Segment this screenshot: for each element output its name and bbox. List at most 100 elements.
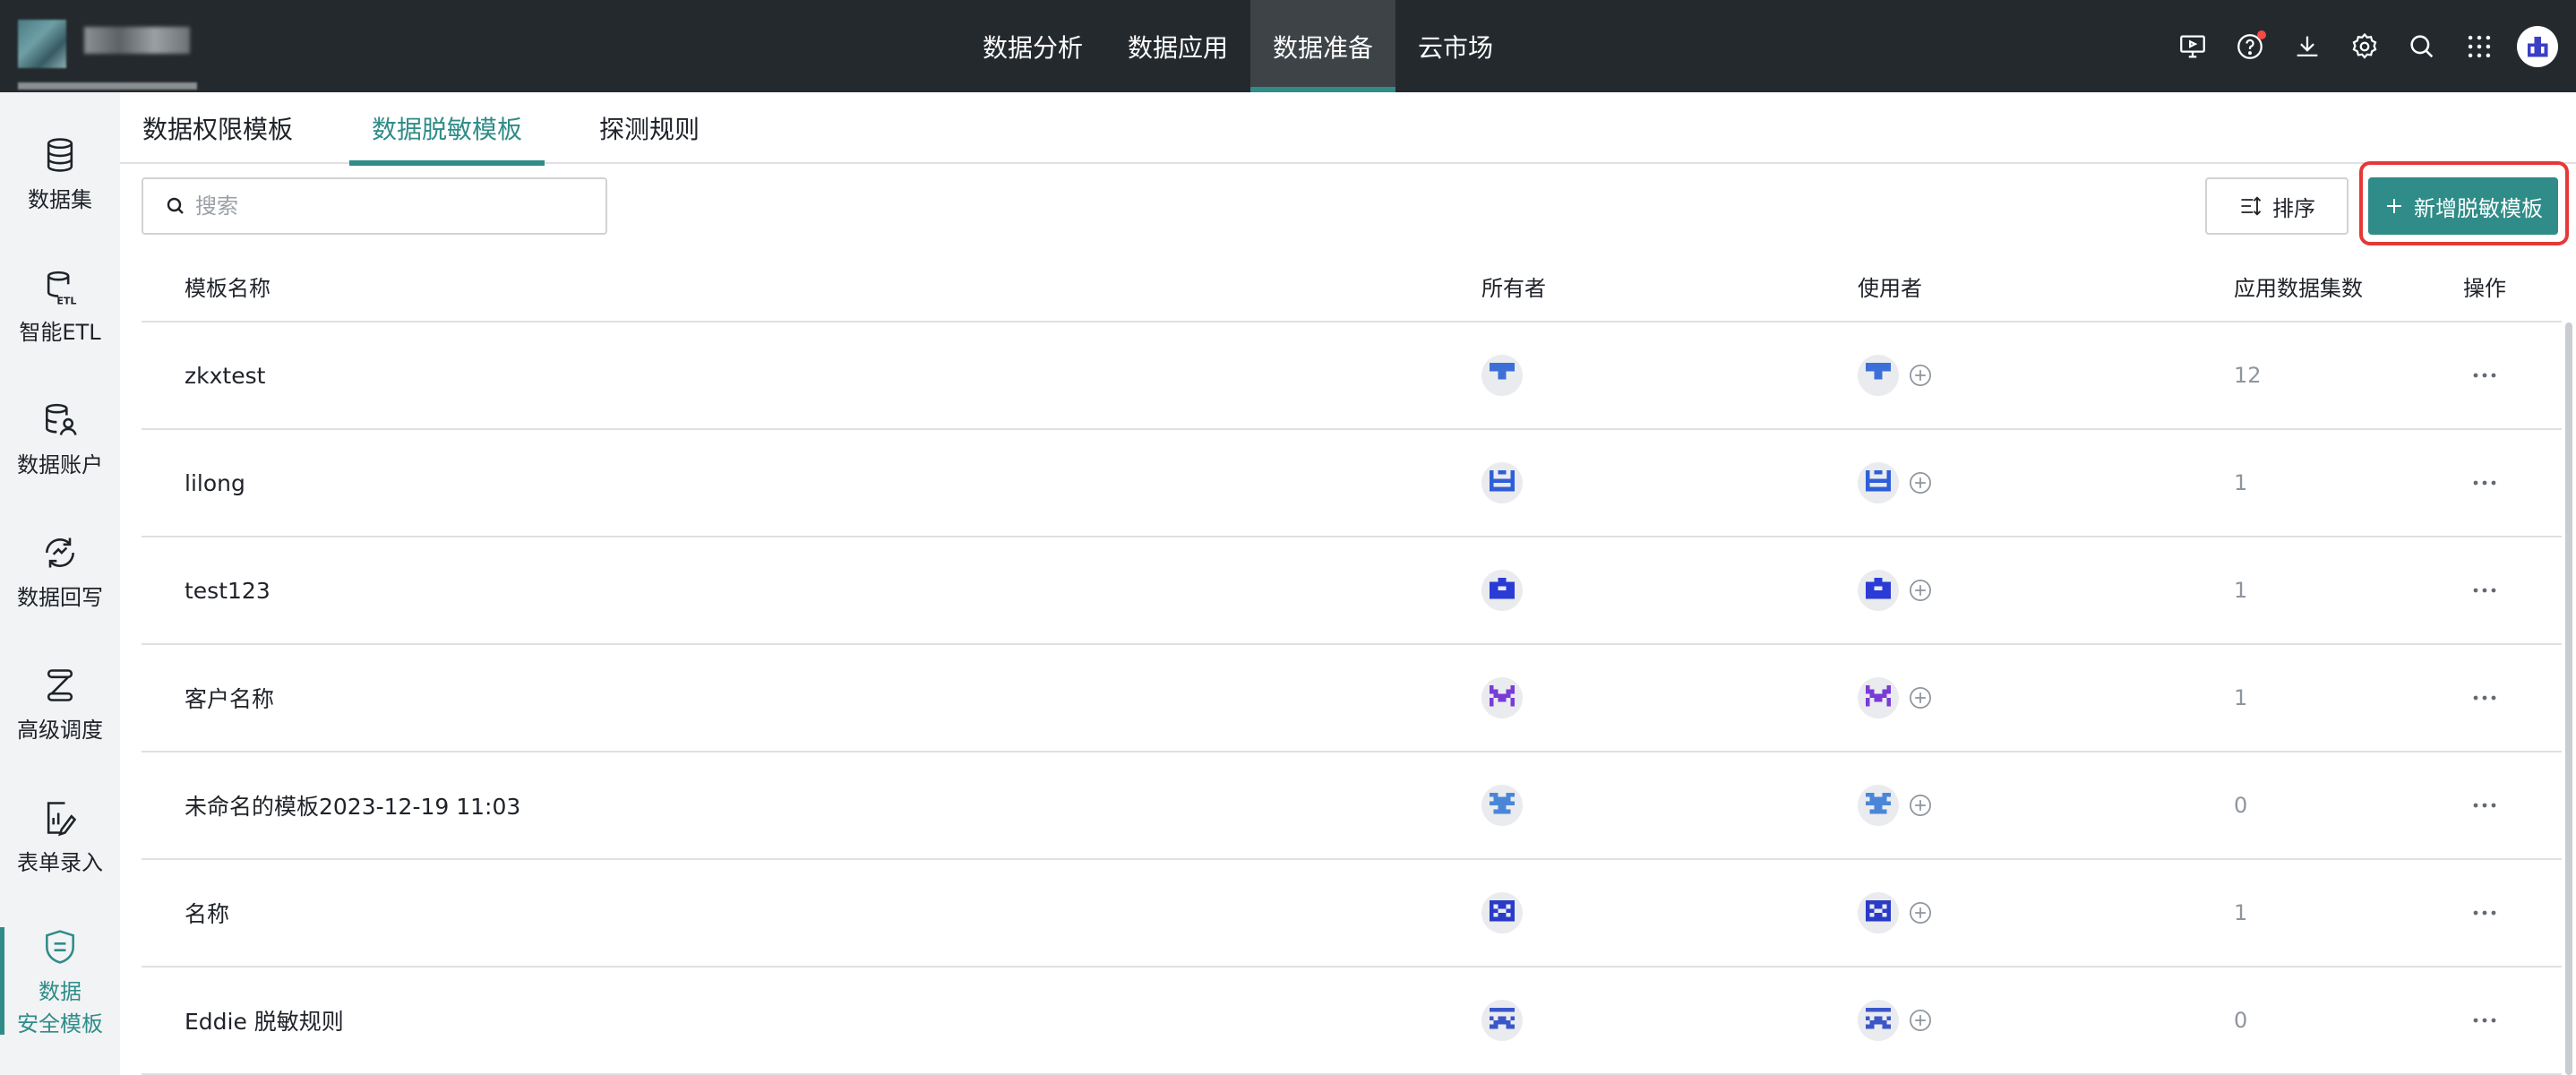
sidebar-item-dataset[interactable]: 数据集: [0, 135, 120, 216]
add-user-icon[interactable]: [1908, 900, 1933, 925]
search-input[interactable]: [195, 194, 589, 219]
table-row[interactable]: 未命名的模板2023-12-19 11:03 0: [142, 752, 2562, 860]
owner-avatar[interactable]: [1481, 677, 1523, 718]
user-cell: [1858, 752, 1933, 858]
owner-cell: [1481, 430, 1523, 536]
add-user-icon[interactable]: [1908, 578, 1933, 603]
more-horizontal-icon: [2473, 803, 2496, 808]
tab-detection-rules[interactable]: 探测规则: [577, 92, 722, 164]
settings-button[interactable]: [2336, 18, 2393, 75]
add-user-icon[interactable]: [1908, 470, 1933, 495]
brand-underline-blurred: [18, 82, 197, 90]
nav-data-analysis[interactable]: 数据分析: [960, 0, 1105, 92]
add-button-label: 新增脱敏模板: [2414, 195, 2543, 221]
table-row[interactable]: Eddie 脱敏规则 0: [142, 968, 2562, 1075]
template-name[interactable]: 名称: [185, 860, 229, 966]
user-cell: [1858, 645, 1933, 751]
template-tabs: 数据权限模板 数据脱敏模板 探测规则: [120, 92, 2576, 166]
table-row[interactable]: 名称 1: [142, 860, 2562, 968]
more-actions-button[interactable]: [2469, 430, 2501, 536]
user-avatar[interactable]: [1858, 785, 1899, 826]
sidebar-item-etl[interactable]: ETL 智能ETL: [0, 268, 120, 348]
sidebar-item-label: 智能ETL: [19, 320, 101, 345]
sidebar-item-label: 数据 安全模板: [17, 976, 103, 1040]
sidebar-item-data-security-template[interactable]: 数据 安全模板: [0, 927, 120, 1040]
app-logo[interactable]: [18, 20, 66, 68]
more-actions-button[interactable]: [2469, 322, 2501, 428]
more-actions-button[interactable]: [2469, 538, 2501, 643]
owner-avatar[interactable]: [1481, 892, 1523, 933]
search-box[interactable]: [142, 177, 607, 235]
help-button[interactable]: [2221, 18, 2279, 75]
more-actions-button[interactable]: [2469, 645, 2501, 751]
template-name[interactable]: lilong: [185, 430, 245, 536]
user-cell: [1858, 538, 1933, 643]
nav-data-preparation[interactable]: 数据准备: [1250, 0, 1396, 92]
sidebar-item-data-account[interactable]: 数据账户: [0, 400, 120, 481]
add-user-icon[interactable]: [1908, 793, 1933, 818]
download-icon: [2297, 36, 2318, 56]
user-cell: [1858, 860, 1933, 966]
dataset-count: 12: [2234, 363, 2262, 388]
sidebar-item-form-entry[interactable]: 表单录入: [0, 798, 120, 879]
user-avatar-icon: [2527, 36, 2548, 56]
user-avatar[interactable]: [1858, 1000, 1899, 1041]
svg-text:ETL: ETL: [56, 295, 76, 306]
owner-cell: [1481, 860, 1523, 966]
search-icon: [167, 197, 184, 214]
owner-cell: [1481, 645, 1523, 751]
nav-data-application[interactable]: 数据应用: [1105, 0, 1250, 92]
user-avatar[interactable]: [2517, 25, 2558, 67]
owner-avatar[interactable]: [1481, 570, 1523, 611]
table-header: 模板名称 所有者 使用者 应用数据集数 操作: [142, 249, 2562, 322]
tab-data-masking-template[interactable]: 数据脱敏模板: [349, 92, 545, 166]
global-search-button[interactable]: [2393, 18, 2451, 75]
user-avatar[interactable]: [1858, 570, 1899, 611]
owner-avatar[interactable]: [1481, 355, 1523, 396]
tab-data-permission-template[interactable]: 数据权限模板: [120, 92, 315, 164]
add-masking-template-button[interactable]: 新增脱敏模板: [2368, 177, 2558, 235]
table-row[interactable]: zkxtest 12: [142, 322, 2562, 430]
sidebar-item-advanced-schedule[interactable]: 高级调度: [0, 666, 120, 746]
more-horizontal-icon: [2473, 588, 2496, 593]
user-cell: [1858, 322, 1933, 428]
download-button[interactable]: [2279, 18, 2336, 75]
owner-cell: [1481, 752, 1523, 858]
table-row[interactable]: lilong 1: [142, 430, 2562, 538]
owner-cell: [1481, 968, 1523, 1073]
monitor-icon: [2180, 35, 2205, 57]
more-actions-button[interactable]: [2469, 860, 2501, 966]
column-header-user: 使用者: [1858, 275, 1922, 301]
template-name[interactable]: Eddie 脱敏规则: [185, 968, 344, 1073]
sidebar-item-label-line1: 数据: [39, 979, 82, 1004]
add-user-icon[interactable]: [1908, 363, 1933, 388]
top-bar: 数据分析 数据应用 数据准备 云市场: [0, 0, 2576, 92]
user-avatar[interactable]: [1858, 677, 1899, 718]
template-name[interactable]: 客户名称: [185, 645, 274, 751]
nav-cloud-market[interactable]: 云市场: [1395, 0, 1516, 92]
monitor-button[interactable]: [2164, 18, 2221, 75]
user-avatar[interactable]: [1858, 355, 1899, 396]
owner-avatar[interactable]: [1481, 785, 1523, 826]
vertical-scrollbar[interactable]: [2565, 322, 2572, 1075]
sidebar-item-data-writeback[interactable]: 数据回写: [0, 533, 120, 614]
sort-icon: [2241, 196, 2262, 216]
sidebar-item-label: 高级调度: [17, 718, 103, 743]
template-name[interactable]: test123: [185, 538, 270, 643]
column-header-owner: 所有者: [1481, 275, 1546, 301]
add-user-icon[interactable]: [1908, 1008, 1933, 1033]
top-toolbar: [2164, 0, 2558, 92]
table-row[interactable]: 客户名称 1: [142, 645, 2562, 752]
template-name[interactable]: 未命名的模板2023-12-19 11:03: [185, 752, 520, 858]
user-avatar[interactable]: [1858, 462, 1899, 503]
apps-button[interactable]: [2451, 18, 2508, 75]
more-actions-button[interactable]: [2469, 752, 2501, 858]
owner-avatar[interactable]: [1481, 1000, 1523, 1041]
more-actions-button[interactable]: [2469, 968, 2501, 1073]
sort-button[interactable]: 排序: [2205, 177, 2348, 235]
add-user-icon[interactable]: [1908, 685, 1933, 710]
user-avatar[interactable]: [1858, 892, 1899, 933]
template-name[interactable]: zkxtest: [185, 322, 265, 428]
owner-avatar[interactable]: [1481, 462, 1523, 503]
table-row[interactable]: test123 1: [142, 538, 2562, 645]
